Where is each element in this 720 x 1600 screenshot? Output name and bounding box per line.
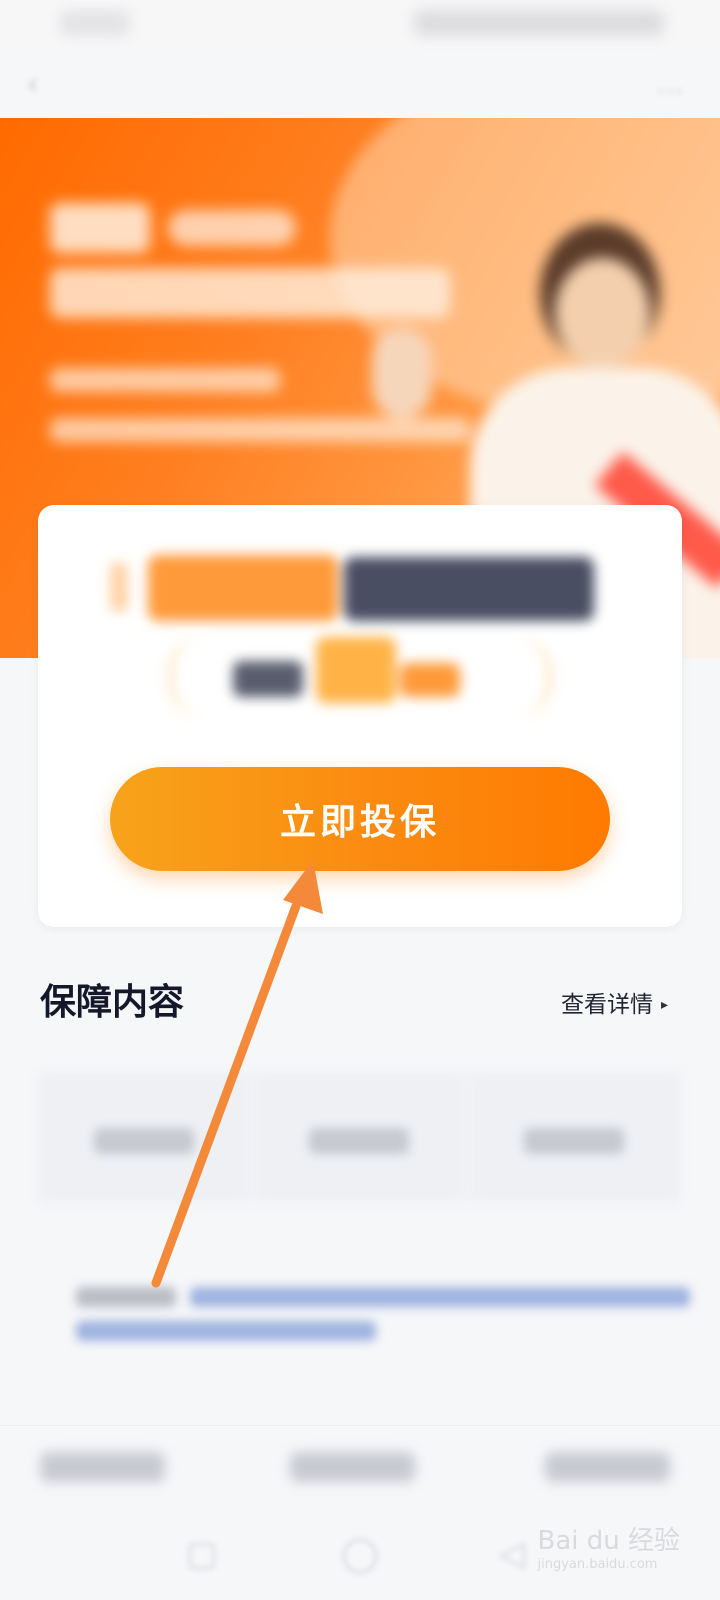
terms-notice bbox=[40, 1265, 690, 1385]
bottom-tab-bar bbox=[0, 1425, 720, 1510]
view-details-label: 查看详情 bbox=[560, 992, 653, 1018]
coverage-prefix bbox=[110, 563, 128, 611]
plan-selector bbox=[38, 1072, 682, 1204]
coverage-type bbox=[344, 557, 594, 621]
banner-bullet-1 bbox=[50, 368, 280, 392]
terms-links-line-1[interactable] bbox=[190, 1287, 690, 1307]
home-icon[interactable]: ◯ bbox=[340, 1534, 380, 1574]
view-details-link[interactable]: 查看详情 ▸ bbox=[561, 990, 668, 1023]
bottom-tab-3[interactable] bbox=[545, 1452, 670, 1482]
banner-bullet-2 bbox=[50, 418, 470, 442]
price-prefix bbox=[233, 661, 303, 697]
price-unit bbox=[400, 663, 460, 697]
more-icon[interactable]: … bbox=[648, 66, 692, 102]
plan-option-2[interactable] bbox=[253, 1072, 466, 1204]
recent-apps-icon[interactable]: ▢ bbox=[182, 1534, 222, 1574]
spokesperson-face bbox=[555, 258, 650, 368]
price-bracket-right bbox=[516, 637, 552, 717]
status-time bbox=[60, 10, 130, 36]
spokesperson-hand bbox=[372, 328, 432, 418]
watermark-text: Bai du 经验 bbox=[537, 1526, 680, 1556]
plan-option-3[interactable] bbox=[468, 1072, 681, 1204]
bottom-tab-1[interactable] bbox=[40, 1452, 165, 1482]
coverage-amount bbox=[148, 555, 338, 621]
back-icon[interactable]: ‹ bbox=[28, 66, 64, 102]
bottom-tab-2[interactable] bbox=[290, 1452, 415, 1482]
baidu-jingyan-watermark: Bai du 经验 jingyan.baidu.com bbox=[537, 1520, 680, 1572]
top-nav-bar: ‹ … bbox=[0, 56, 720, 116]
price-value bbox=[316, 637, 396, 703]
plan-option-1[interactable] bbox=[38, 1072, 251, 1204]
price-bracket-left bbox=[168, 637, 204, 717]
banner-title-line1 bbox=[50, 203, 150, 253]
status-bar bbox=[0, 0, 720, 56]
coverage-section-title: 保障内容 bbox=[40, 982, 185, 1023]
status-icons bbox=[414, 10, 664, 36]
terms-links-line-2[interactable] bbox=[76, 1321, 376, 1341]
banner-title-line2 bbox=[50, 268, 450, 318]
watermark-url: jingyan.baidu.com bbox=[537, 1557, 658, 1572]
back-nav-icon[interactable]: ◁ bbox=[492, 1534, 532, 1574]
banner-tag bbox=[168, 210, 296, 246]
chevron-right-icon: ▸ bbox=[660, 997, 668, 1013]
insure-now-button[interactable]: 立即投保 bbox=[110, 767, 610, 871]
terms-notice-line-1 bbox=[76, 1287, 176, 1307]
